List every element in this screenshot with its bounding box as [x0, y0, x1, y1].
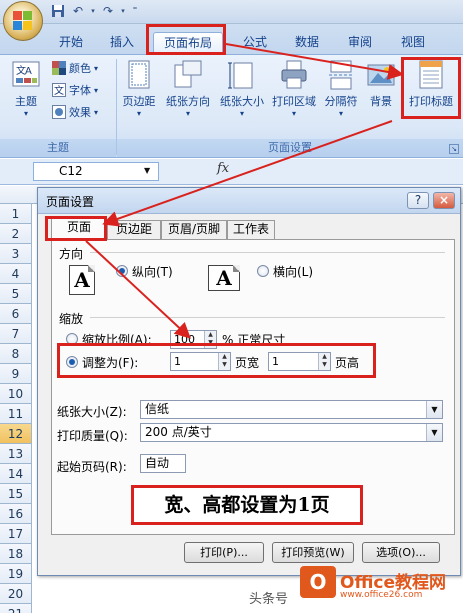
watermark-logo-icon: O [300, 566, 336, 598]
watermark-credit: 头条号 [249, 592, 289, 607]
annotation-callout: 宽、高都设置为1页 [131, 485, 363, 525]
arrow-print-titles-to-dialog [102, 120, 393, 227]
office-button[interactable] [3, 1, 43, 41]
arrow-tab-to-print-titles [225, 43, 404, 80]
arrow-page-tab-to-fit [85, 240, 191, 339]
watermark-url: www.office26.com [340, 590, 423, 600]
office-logo-icon [13, 11, 33, 31]
